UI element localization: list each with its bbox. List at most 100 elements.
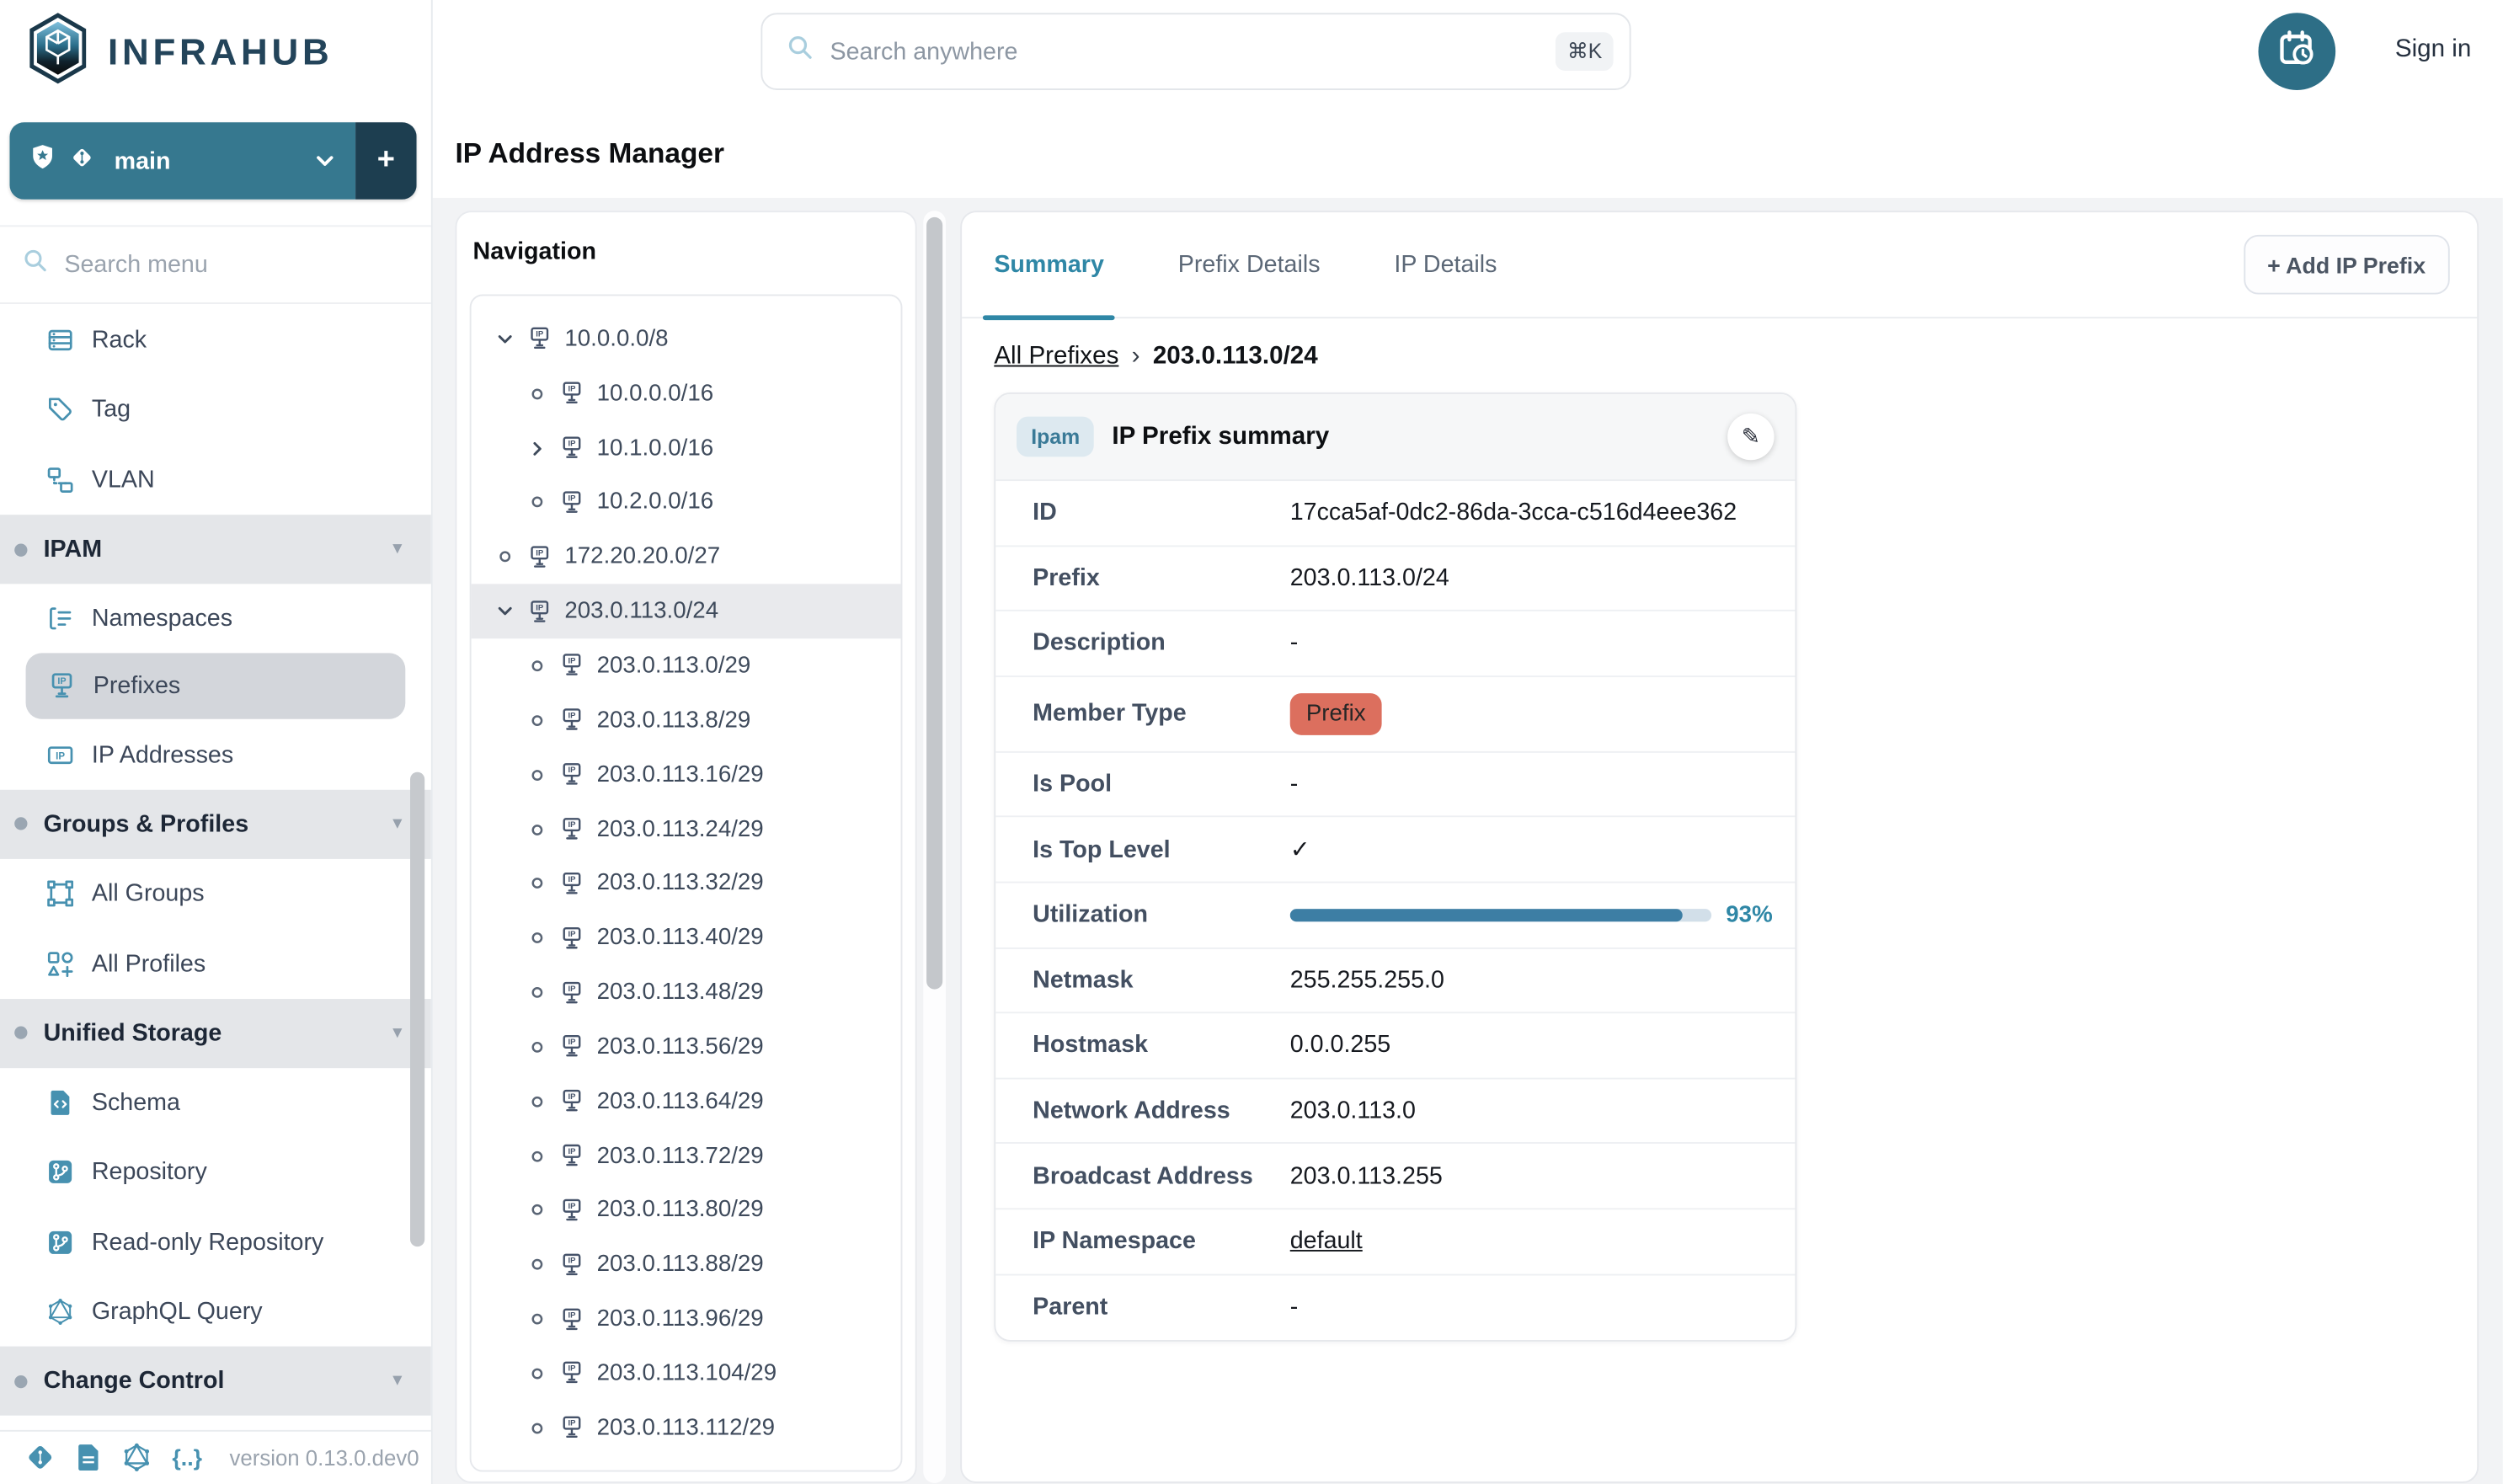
breadcrumb: All Prefixes › 203.0.113.0/24	[994, 343, 1317, 371]
section-collapse-icon[interactable]: ▼	[389, 1373, 405, 1391]
leaf-circle-icon[interactable]	[526, 983, 547, 1002]
sidebar-item-tag[interactable]: Tag	[0, 376, 431, 446]
section-collapse-icon[interactable]: ▼	[389, 815, 405, 833]
leaf-circle-icon[interactable]	[526, 1092, 547, 1111]
leaf-circle-icon[interactable]	[526, 1364, 547, 1384]
sidebar-item-all-profiles[interactable]: All Profiles	[0, 929, 431, 999]
sidebar-item-label: IP Addresses	[92, 741, 233, 768]
svg-text:IP: IP	[568, 875, 576, 884]
global-search-input[interactable]: Search anywhere ⌘K	[761, 13, 1630, 90]
sidebar-section-label: Groups & Profiles	[44, 810, 249, 837]
tree-item-10-0-0-0-8[interactable]: IP 10.0.0.0/8	[472, 312, 901, 367]
leaf-circle-icon[interactable]	[494, 547, 515, 567]
leaf-circle-icon[interactable]	[526, 384, 547, 403]
tree-item-203-0-113-80-29[interactable]: IP 203.0.113.80/29	[472, 1183, 901, 1238]
graphql-icon[interactable]	[122, 1443, 151, 1471]
chevron-down-icon[interactable]	[494, 329, 515, 349]
sidebar-section-unified-storage[interactable]: Unified Storage ▼	[0, 998, 431, 1068]
sidebar-item-read-only-repository[interactable]: Read-only Repository	[0, 1207, 431, 1277]
summary-row-label: ID	[1033, 499, 1290, 526]
chevron-down-icon[interactable]	[494, 602, 515, 622]
tree-item-label: 203.0.113.72/29	[597, 1143, 764, 1169]
add-ip-prefix-button[interactable]: + Add IP Prefix	[2243, 235, 2449, 295]
sidebar-section-change-control[interactable]: Change Control ▼	[0, 1347, 431, 1417]
leaf-circle-icon[interactable]	[526, 1146, 547, 1166]
tree-item-203-0-113-0-29[interactable]: IP 203.0.113.0/29	[472, 638, 901, 693]
tree-item-203-0-113-64-29[interactable]: IP 203.0.113.64/29	[472, 1074, 901, 1129]
sign-in-button[interactable]: Sign in	[2395, 35, 2472, 64]
summary-row-label: Hostmask	[1033, 1032, 1290, 1059]
sidebar-item-namespaces[interactable]: Namespaces	[0, 585, 431, 654]
sidebar-item-graphql-query[interactable]: GraphQL Query	[0, 1277, 431, 1347]
tree-item-203-0-113-16-29[interactable]: IP 203.0.113.16/29	[472, 748, 901, 803]
tree-item-203-0-113-40-29[interactable]: IP 203.0.113.40/29	[472, 911, 901, 966]
section-collapse-icon[interactable]: ▼	[389, 1024, 405, 1042]
add-branch-button[interactable]: +	[355, 122, 417, 200]
braces-icon[interactable]: {..}	[172, 1444, 202, 1471]
tree-item-203-0-113-24-29[interactable]: IP 203.0.113.24/29	[472, 802, 901, 857]
tree-item-10-0-0-0-16[interactable]: IP 10.0.0.0/16	[472, 366, 901, 421]
ip-prefix-icon: IP	[560, 1198, 584, 1223]
summary-row-value: -	[1290, 630, 1299, 657]
tab-prefix-details[interactable]: Prefix Details	[1178, 212, 1321, 317]
tree-item-203-0-113-8-29[interactable]: IP 203.0.113.8/29	[472, 693, 901, 748]
branch-dropdown[interactable]: main	[9, 122, 355, 200]
utilization-bar	[1290, 909, 1711, 921]
summary-row-value: -	[1290, 1294, 1299, 1321]
svg-text:IP: IP	[568, 929, 576, 938]
tree-item-10-1-0-0-16[interactable]: IP 10.1.0.0/16	[472, 421, 901, 476]
tree-item-172-20-20-0-27[interactable]: IP 172.20.20.0/27	[472, 530, 901, 585]
leaf-circle-icon[interactable]	[526, 711, 547, 730]
leaf-circle-icon[interactable]	[526, 1038, 547, 1057]
tree-item-203-0-113-48-29[interactable]: IP 203.0.113.48/29	[472, 965, 901, 1020]
sidebar-scrollbar[interactable]	[410, 772, 424, 1246]
tree-item-label: 10.1.0.0/16	[597, 435, 714, 462]
edit-button[interactable]: ✎	[1727, 414, 1774, 460]
section-bullet-icon	[14, 1375, 27, 1388]
leaf-circle-icon[interactable]	[526, 493, 547, 512]
navigation-scrollbar-track[interactable]	[923, 211, 946, 1483]
breadcrumb-separator: ›	[1132, 343, 1140, 371]
tree-item-10-2-0-0-16[interactable]: IP 10.2.0.0/16	[472, 475, 901, 530]
sidebar-item-repository[interactable]: Repository	[0, 1138, 431, 1208]
sidebar-section-ipam[interactable]: IPAM ▼	[0, 515, 431, 585]
summary-card-header: Ipam IP Prefix summary ✎	[995, 394, 1795, 481]
logo[interactable]: INFRAHUB	[26, 11, 334, 93]
chevron-right-icon[interactable]	[526, 439, 547, 458]
leaf-circle-icon[interactable]	[526, 1255, 547, 1274]
leaf-circle-icon[interactable]	[526, 928, 547, 948]
tree-item-203-0-113-56-29[interactable]: IP 203.0.113.56/29	[472, 1020, 901, 1075]
leaf-circle-icon[interactable]	[526, 819, 547, 839]
leaf-circle-icon[interactable]	[526, 874, 547, 894]
menu-search-input[interactable]: Search menu	[0, 225, 431, 304]
sidebar-section-groups-profiles[interactable]: Groups & Profiles ▼	[0, 789, 431, 859]
ip-namespace-link[interactable]: default	[1290, 1228, 1363, 1255]
tab-ip-details[interactable]: IP Details	[1394, 212, 1497, 317]
tree-item-203-0-113-120-29[interactable]: IP 203.0.113.120/29	[472, 1455, 901, 1472]
sidebar-item-all-groups[interactable]: All Groups	[0, 859, 431, 929]
tree-item-203-0-113-112-29[interactable]: IP 203.0.113.112/29	[472, 1401, 901, 1455]
leaf-circle-icon[interactable]	[526, 1310, 547, 1329]
document-icon[interactable]	[76, 1443, 102, 1471]
tree-item-203-0-113-104-29[interactable]: IP 203.0.113.104/29	[472, 1347, 901, 1401]
leaf-circle-icon[interactable]	[526, 765, 547, 784]
leaf-circle-icon[interactable]	[526, 656, 547, 675]
tree-item-203-0-113-0-24[interactable]: IP 203.0.113.0/24	[472, 585, 901, 639]
sidebar-item-ip-addresses[interactable]: IP IP Addresses	[0, 720, 431, 790]
sidebar-item-prefixes[interactable]: IP Prefixes	[26, 654, 406, 719]
navigation-scrollbar-thumb[interactable]	[926, 217, 942, 990]
section-collapse-icon[interactable]: ▼	[389, 541, 405, 558]
schedule-button[interactable]	[2258, 13, 2335, 90]
tree-item-203-0-113-96-29[interactable]: IP 203.0.113.96/29	[472, 1292, 901, 1347]
tree-item-203-0-113-32-29[interactable]: IP 203.0.113.32/29	[472, 857, 901, 911]
tree-item-203-0-113-72-29[interactable]: IP 203.0.113.72/29	[472, 1129, 901, 1183]
tab-summary[interactable]: Summary	[994, 212, 1104, 317]
tree-item-203-0-113-88-29[interactable]: IP 203.0.113.88/29	[472, 1237, 901, 1292]
git-icon[interactable]	[26, 1443, 55, 1471]
leaf-circle-icon[interactable]	[526, 1418, 547, 1438]
sidebar-item-schema[interactable]: Schema	[0, 1068, 431, 1138]
sidebar-item-vlan[interactable]: VLAN	[0, 445, 431, 515]
leaf-circle-icon[interactable]	[526, 1201, 547, 1220]
breadcrumb-all-prefixes-link[interactable]: All Prefixes	[994, 343, 1118, 371]
sidebar-item-rack[interactable]: Rack	[0, 306, 431, 376]
